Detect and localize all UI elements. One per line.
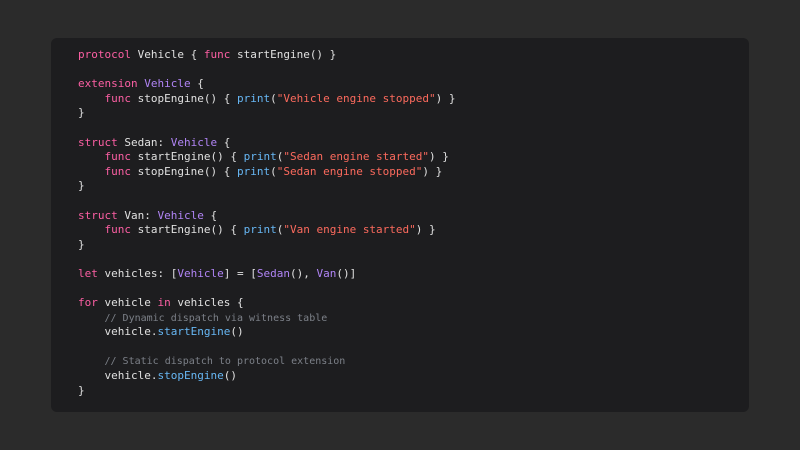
code-token-plain: stopEngine() { [131,91,237,105]
code-token-plain: (), [289,266,317,280]
code-line: // Dynamic dispatch via witness table [78,311,739,326]
code-line: let vehicles: [Vehicle] = [Sedan(), Van(… [78,267,739,282]
code-token-plain: } [78,106,85,120]
code-token-keyword: let [78,266,98,280]
code-token-plain: () [230,325,244,339]
code-token-plain: vehicle [97,296,158,310]
code-token-keyword: func [104,91,132,105]
code-token-string: "Sedan engine stopped" [276,164,423,178]
code-token-plain: { [203,208,218,222]
code-token-plain: vehicles: [ [97,266,178,280]
code-token-keyword: in [157,296,171,310]
code-token-call: stopEngine [157,369,224,383]
code-token-string: "Van engine started" [283,223,416,237]
code-token-keyword: struct [78,208,118,222]
code-token-plain: vehicle. [78,369,158,383]
code-line: } [78,384,739,399]
code-token-call: print [243,150,277,164]
code-token-keyword: func [104,223,132,237]
code-token-type: Vehicle [157,208,204,222]
code-token-plain: ( [270,91,277,105]
code-token-string: "Vehicle engine stopped" [276,91,436,105]
code-token-type: Vehicle [177,266,224,280]
code-token-plain: ) } [415,223,436,237]
code-token-keyword: func [104,150,132,164]
code-line: } [78,106,739,121]
code-line: vehicle.stopEngine() [78,369,739,384]
code-token-plain: ()] [336,266,357,280]
code-token-keyword: func [203,48,231,61]
code-token-plain: vehicle. [78,325,158,339]
code-token-type: Vehicle [170,135,218,149]
code-token-string: "Sedan engine started" [283,150,430,164]
code-token-plain: ) } [429,150,449,164]
code-line: func stopEngine() { print("Vehicle engin… [78,92,739,107]
code-token-call: startEngine [157,325,231,339]
code-token-plain: ) } [435,91,456,105]
code-line: struct Sedan: Vehicle { [78,136,739,151]
code-token-call: print [236,164,271,178]
code-token-type: Vehicle [144,77,191,91]
code-token-plain: Sedan: [117,135,171,149]
code-token-plain: () [223,369,237,383]
code-token-plain: ] = [ [223,266,257,280]
code-line: func startEngine() { print("Sedan engine… [78,150,739,165]
code-body: protocol Vehicle { func startEngine() } … [78,48,739,398]
code-token-plain: stopEngine() { [131,164,237,178]
code-token-plain: } [78,237,85,251]
code-token-keyword: func [104,164,132,178]
code-token-plain: } [78,179,85,193]
code-token-plain: Van: [117,208,158,222]
code-token-keyword: extension [78,77,138,91]
code-line: // Static dispatch to protocol extension [78,354,739,369]
code-line: vehicle.startEngine() [78,325,739,340]
code-token-call: print [236,91,271,105]
code-token-keyword: protocol [78,48,131,61]
code-token-call: print [243,223,277,237]
code-line: extension Vehicle { [78,77,739,92]
code-token-plain: ( [270,164,277,178]
code-token-plain: vehicles { [170,296,244,310]
code-token-plain: { [217,135,231,149]
code-line: struct Van: Vehicle { [78,209,739,224]
code-line: func startEngine() { print("Van engine s… [78,223,739,238]
code-token-plain: startEngine() { [131,150,244,164]
code-token-plain: startEngine() { [131,223,244,237]
code-line: protocol Vehicle { func startEngine() } [78,48,739,63]
code-token-plain: } [78,383,85,397]
code-token-plain: { [190,77,204,91]
code-token-plain: startEngine() } [230,48,337,61]
code-token-keyword: struct [78,135,118,149]
code-line: } [78,179,739,194]
code-token-comment: // Static dispatch to protocol extension [104,356,346,368]
code-panel: protocol Vehicle { func startEngine() } … [51,38,749,412]
code-token-plain: Vehicle { [130,48,204,61]
code-token-keyword: for [78,296,98,310]
code-token-comment: // Dynamic dispatch via witness table [104,312,328,324]
code-token-type: Van [316,266,337,280]
code-token-type: Sedan [256,266,290,280]
code-token-plain: ) } [422,164,443,178]
code-line: } [78,238,739,253]
code-line: for vehicle in vehicles { [78,296,739,311]
code-line: func stopEngine() { print("Sedan engine … [78,165,739,180]
